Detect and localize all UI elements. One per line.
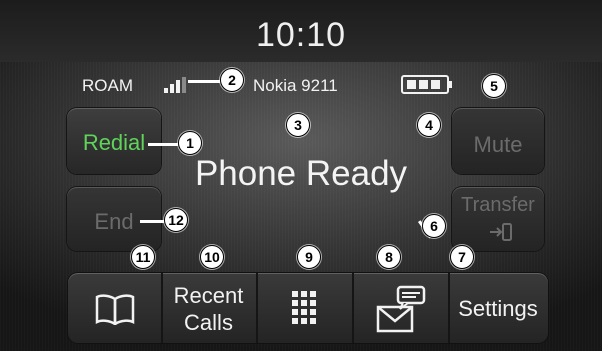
clock: 10:10 [255,16,347,54]
phone-screen: 10:10 ROAM Nokia 9211 Redial Mute End Tr… [0,0,602,351]
phonebook-button[interactable] [68,273,163,343]
clock-bar: 10:10 [0,0,602,62]
envelope-message-icon [376,285,426,333]
callout-9: 9 [297,245,321,269]
callout-6: 6 [422,214,446,238]
bottom-button-bar: Recent Calls Settings [68,273,548,343]
signal-bars-icon [164,77,188,93]
keypad-grid-icon [292,291,316,324]
messaging-button[interactable] [352,273,450,343]
callout-1: 1 [178,131,202,155]
phone-transfer-icon [490,223,512,241]
transfer-label: Transfer [461,194,535,216]
transfer-button[interactable]: Transfer [452,187,544,251]
status-message: Phone Ready [194,154,408,193]
callout-5: 5 [482,74,506,98]
recent-calls-line1: Recent [173,283,244,308]
redial-label: Redial [82,130,146,155]
settings-button[interactable]: Settings [448,273,548,343]
callout-3: 3 [286,113,310,137]
callout-4: 4 [417,113,441,137]
settings-label: Settings [458,296,538,321]
recent-calls-button[interactable]: Recent Calls [161,273,258,343]
callout-12: 12 [164,208,188,232]
open-book-icon [95,294,135,325]
callout-2: 2 [220,68,244,92]
callout-11: 11 [131,245,155,269]
callout-8: 8 [377,245,401,269]
end-button[interactable]: End [67,187,161,251]
recent-calls-line2: Calls [184,310,233,335]
callout-leader [148,143,178,146]
roam-indicator: ROAM [82,76,133,95]
callout-leader [140,220,166,223]
device-name: Nokia 9211 [253,76,338,95]
callout-7: 7 [450,245,474,269]
callout-leader [188,80,222,83]
callout-10: 10 [200,245,224,269]
keypad-button[interactable] [256,273,354,343]
battery-icon [401,75,452,94]
